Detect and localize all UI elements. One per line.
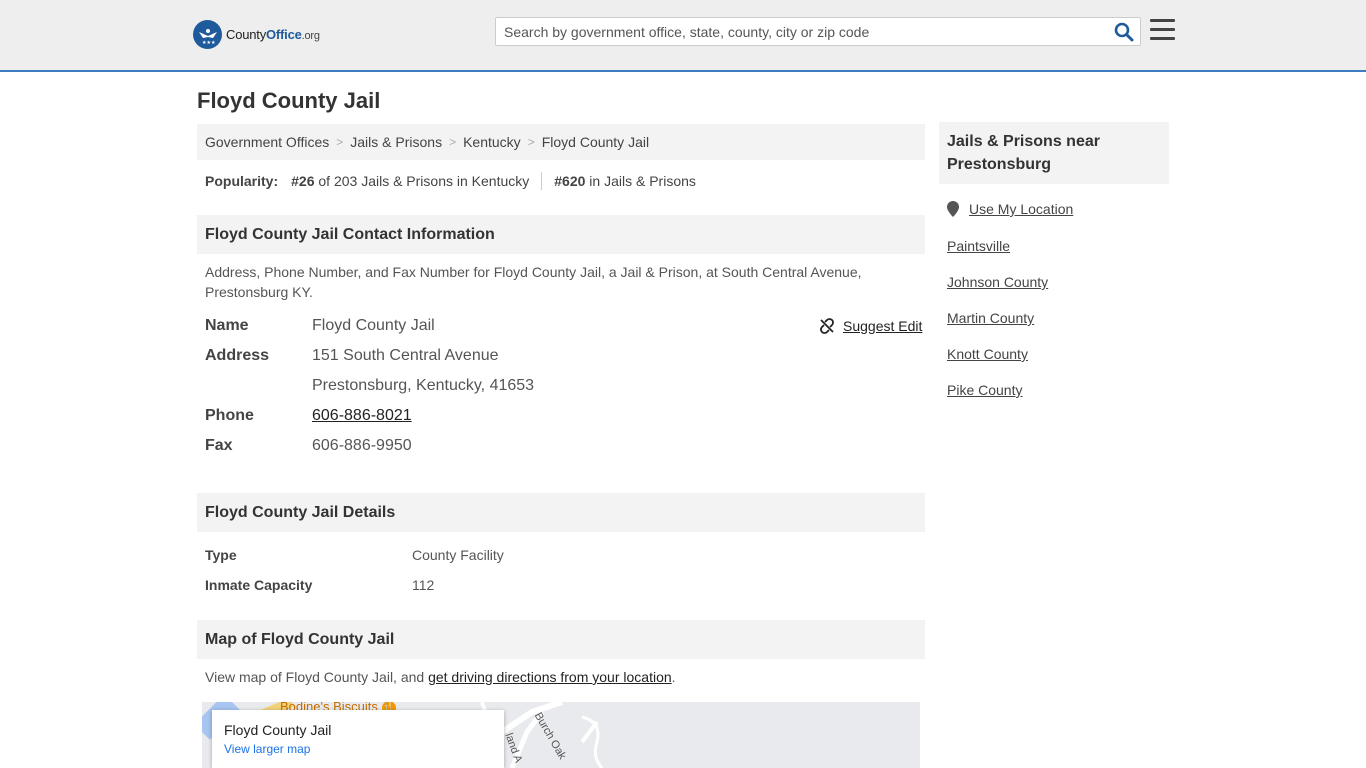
divider bbox=[541, 172, 543, 190]
contact-address-row-2: Prestonsburg, Kentucky, 41653 bbox=[205, 376, 534, 396]
name-label: Name bbox=[205, 317, 249, 334]
capacity-value: 112 bbox=[412, 577, 435, 593]
driving-directions-link[interactable]: get driving directions from your locatio… bbox=[428, 669, 672, 685]
location-pin-icon bbox=[947, 201, 959, 217]
contact-name-row: Name Floyd County Jail bbox=[205, 316, 435, 336]
phone-label: Phone bbox=[205, 407, 254, 424]
type-label: Type bbox=[205, 547, 237, 563]
site-logo[interactable]: ★★★ CountyOffice.org bbox=[193, 20, 320, 49]
contact-intro: Address, Phone Number, and Fax Number fo… bbox=[205, 264, 862, 300]
embedded-map[interactable]: Bodine's Biscuits 🍴 Burch Oak land A Flo… bbox=[202, 702, 920, 768]
type-value: County Facility bbox=[412, 547, 504, 563]
details-heading: Floyd County Jail Details bbox=[197, 493, 925, 532]
breadcrumb-current: Floyd County Jail bbox=[541, 134, 650, 150]
map-intro: View map of Floyd County Jail, and get d… bbox=[205, 669, 676, 685]
detail-capacity-row: Inmate Capacity 112 bbox=[205, 576, 434, 594]
address-line-2: Prestonsburg, Kentucky, 41653 bbox=[312, 377, 535, 394]
address-line-1: 151 South Central Avenue bbox=[312, 347, 499, 364]
national-rank: #620 in Jails & Prisons bbox=[554, 173, 696, 189]
capacity-label: Inmate Capacity bbox=[205, 577, 313, 593]
use-my-location-button[interactable]: Use My Location bbox=[947, 201, 1073, 217]
breadcrumb: Government Offices > Jails & Prisons > K… bbox=[197, 124, 925, 160]
logo-wordmark: CountyOffice.org bbox=[226, 27, 320, 42]
breadcrumb-separator-icon: > bbox=[527, 135, 535, 149]
popularity-bar: Popularity: #26 of 203 Jails & Prisons i… bbox=[205, 172, 696, 190]
popularity-label: Popularity: bbox=[205, 173, 279, 189]
map-heading: Map of Floyd County Jail bbox=[197, 620, 925, 659]
fax-label: Fax bbox=[205, 437, 233, 454]
logo-bold: Office bbox=[266, 27, 302, 42]
search-input[interactable] bbox=[496, 18, 1106, 45]
sidebar-link-johnson-county[interactable]: Johnson County bbox=[947, 274, 1048, 290]
broken-link-icon bbox=[820, 318, 834, 334]
breadcrumb-government-offices[interactable]: Government Offices bbox=[205, 134, 329, 150]
name-value: Floyd County Jail bbox=[312, 317, 435, 334]
page-title: Floyd County Jail bbox=[197, 88, 381, 113]
sidebar-link-martin-county[interactable]: Martin County bbox=[947, 310, 1034, 326]
svg-text:★★★: ★★★ bbox=[202, 40, 216, 46]
sidebar-heading: Jails & Prisons near Prestonsburg bbox=[939, 122, 1169, 184]
address-label: Address bbox=[205, 347, 270, 364]
breadcrumb-kentucky[interactable]: Kentucky bbox=[463, 134, 521, 150]
breadcrumb-separator-icon: > bbox=[449, 135, 457, 149]
contact-fax-row: Fax 606-886-9950 bbox=[205, 436, 412, 456]
logo-main: County bbox=[226, 27, 266, 42]
map-info-card: Floyd County Jail View larger map bbox=[212, 710, 504, 768]
suggest-edit-button[interactable]: Suggest Edit bbox=[819, 318, 922, 334]
sidebar-link-pike-county[interactable]: Pike County bbox=[947, 382, 1022, 398]
contact-address-row: Address 151 South Central Avenue bbox=[205, 346, 499, 366]
breadcrumb-separator-icon: > bbox=[336, 135, 344, 149]
search-box bbox=[495, 17, 1141, 46]
detail-type-row: Type County Facility bbox=[205, 546, 504, 564]
sidebar-link-paintsville[interactable]: Paintsville bbox=[947, 238, 1010, 254]
contact-phone-row: Phone 606-886-8021 bbox=[205, 406, 412, 426]
phone-link[interactable]: 606-886-8021 bbox=[312, 407, 412, 425]
map-card-title: Floyd County Jail bbox=[224, 722, 332, 738]
logo-tld: .org bbox=[301, 30, 320, 42]
breadcrumb-jails-prisons[interactable]: Jails & Prisons bbox=[350, 134, 442, 150]
state-rank: #26 of 203 Jails & Prisons in Kentucky bbox=[291, 173, 530, 189]
hamburger-menu-icon[interactable] bbox=[1150, 19, 1175, 41]
view-larger-map-link[interactable]: View larger map bbox=[224, 742, 492, 756]
fax-value: 606-886-9950 bbox=[312, 437, 412, 454]
contact-heading: Floyd County Jail Contact Information bbox=[197, 215, 925, 254]
site-header: ★★★ CountyOffice.org bbox=[0, 0, 1366, 72]
eagle-logo-icon: ★★★ bbox=[193, 20, 222, 49]
search-icon[interactable] bbox=[1114, 22, 1134, 42]
sidebar-link-knott-county[interactable]: Knott County bbox=[947, 346, 1028, 362]
